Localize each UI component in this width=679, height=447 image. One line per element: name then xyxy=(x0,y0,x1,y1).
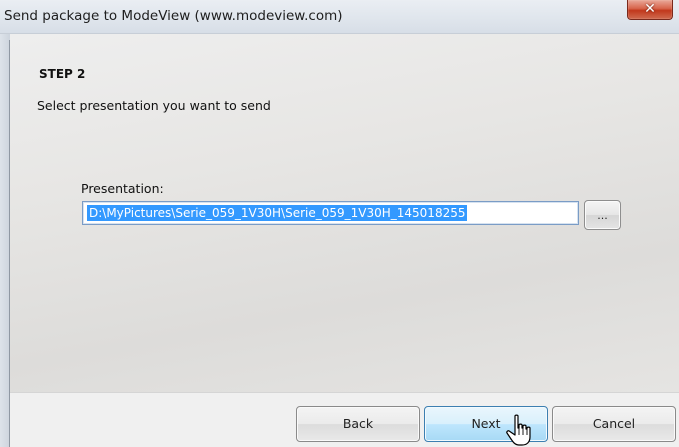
close-icon: ✕ xyxy=(644,1,656,17)
hand-pointer-icon xyxy=(506,414,531,446)
close-button[interactable]: ✕ xyxy=(627,0,673,20)
ellipsis-icon: ... xyxy=(597,209,608,222)
presentation-label: Presentation: xyxy=(81,181,164,196)
step-description: Select presentation you want to send xyxy=(37,98,271,113)
presentation-path-input[interactable]: D:\MyPictures\Serie_059_1V30H\Serie_059_… xyxy=(82,201,579,225)
presentation-path-text: D:\MyPictures\Serie_059_1V30H\Serie_059_… xyxy=(87,205,468,221)
back-button[interactable]: Back xyxy=(296,406,420,442)
window-title: Send package to ModeView (www.modeview.c… xyxy=(4,8,343,24)
title-bar: Send package to ModeView (www.modeview.c… xyxy=(0,0,679,34)
cancel-button[interactable]: Cancel xyxy=(552,406,676,442)
step-title: STEP 2 xyxy=(39,67,86,81)
browse-button[interactable]: ... xyxy=(584,200,621,230)
